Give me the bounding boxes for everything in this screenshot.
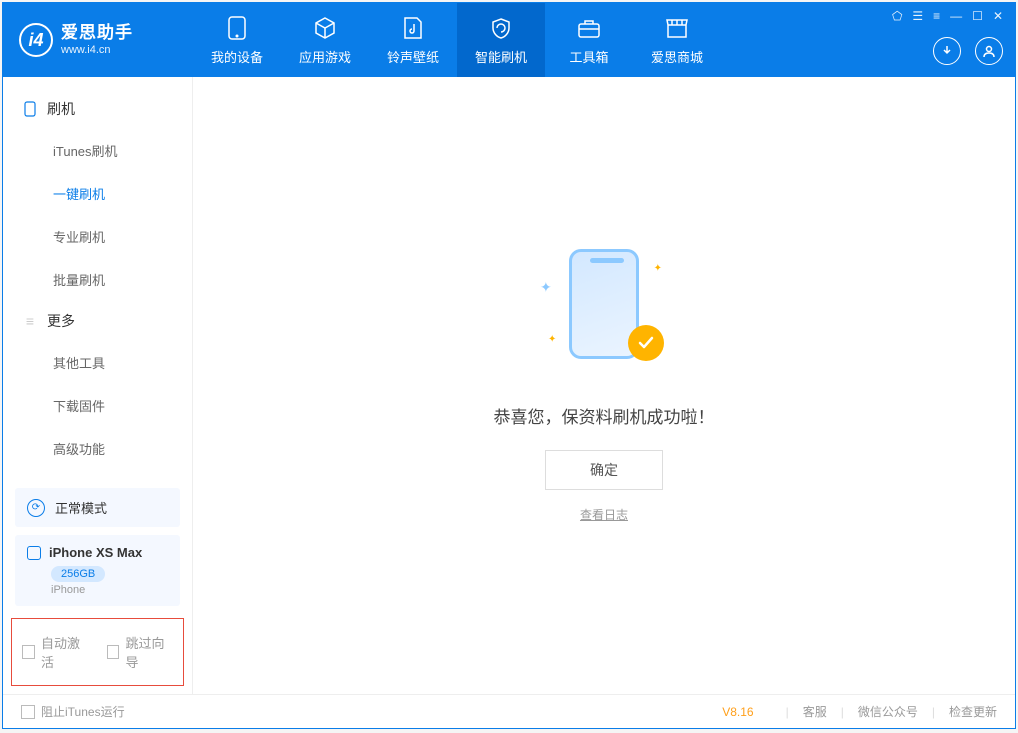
- user-button[interactable]: [975, 37, 1003, 65]
- nav-toolbox[interactable]: 工具箱: [545, 3, 633, 77]
- mode-box[interactable]: ⟳ 正常模式: [15, 488, 180, 527]
- shirt-icon[interactable]: ⬠: [892, 9, 902, 23]
- success-message: 恭喜您，保资料刷机成功啦！: [494, 403, 715, 428]
- footer-link-update[interactable]: 检查更新: [949, 703, 997, 720]
- sidebar-item-download-firmware[interactable]: 下载固件: [3, 384, 192, 427]
- sidebar-item-oneclick-flash[interactable]: 一键刷机: [3, 172, 192, 215]
- checkbox-auto-activate[interactable]: 自动激活: [22, 633, 89, 671]
- nav-apps-games[interactable]: 应用游戏: [281, 3, 369, 77]
- music-file-icon: [400, 15, 426, 41]
- nav-my-device[interactable]: 我的设备: [193, 3, 281, 77]
- refresh-shield-icon: [488, 15, 514, 41]
- checkmark-badge-icon: [628, 325, 664, 361]
- device-name: iPhone XS Max: [49, 545, 142, 560]
- app-title: 爱思助手: [61, 23, 133, 43]
- sparkle-icon: ✦: [548, 334, 556, 345]
- highlighted-options: 自动激活 跳过向导: [11, 618, 184, 686]
- view-log-link[interactable]: 查看日志: [580, 506, 628, 523]
- window-controls: ⬠ ☰ ≡ — ☐ ✕: [892, 9, 1003, 23]
- main-nav: 我的设备 应用游戏 铃声壁纸 智能刷机 工具箱 爱思商城: [193, 3, 721, 77]
- cube-icon: [312, 15, 338, 41]
- sparkle-icon: ✦: [654, 263, 662, 274]
- device-box[interactable]: iPhone XS Max 256GB iPhone: [15, 535, 180, 606]
- app-window: i4 爱思助手 www.i4.cn 我的设备 应用游戏 铃声壁纸 智能刷机: [2, 2, 1016, 729]
- list-icon[interactable]: ☰: [912, 9, 923, 23]
- footer-link-wechat[interactable]: 微信公众号: [858, 703, 918, 720]
- nav-store[interactable]: 爱思商城: [633, 3, 721, 77]
- sidebar-item-batch-flash[interactable]: 批量刷机: [3, 258, 192, 301]
- sidebar-item-other-tools[interactable]: 其他工具: [3, 341, 192, 384]
- sidebar-group-more: ≡ 更多: [3, 301, 192, 341]
- version-label: V8.16: [722, 705, 753, 719]
- checkbox-skip-guide[interactable]: 跳过向导: [107, 633, 174, 671]
- ok-button[interactable]: 确定: [545, 450, 663, 490]
- mode-label: 正常模式: [55, 498, 107, 517]
- list-lines-icon: ≡: [23, 314, 37, 328]
- main-content: ✦ ✦ ✦ 恭喜您，保资料刷机成功啦！ 确定 查看日志: [193, 77, 1015, 694]
- sidebar: 刷机 iTunes刷机 一键刷机 专业刷机 批量刷机 ≡ 更多 其他工具 下载固…: [3, 77, 193, 694]
- toolbox-icon: [576, 15, 602, 41]
- sidebar-item-pro-flash[interactable]: 专业刷机: [3, 215, 192, 258]
- footer: 阻止iTunes运行 V8.16 | 客服 | 微信公众号 | 检查更新: [3, 694, 1015, 728]
- sidebar-item-itunes-flash[interactable]: iTunes刷机: [3, 129, 192, 172]
- minimize-icon[interactable]: —: [950, 9, 962, 23]
- header: i4 爱思助手 www.i4.cn 我的设备 应用游戏 铃声壁纸 智能刷机: [3, 3, 1015, 77]
- store-icon: [664, 15, 690, 41]
- device-icon: [23, 102, 37, 116]
- logo-icon: i4: [19, 23, 53, 57]
- device-capacity: 256GB: [51, 566, 105, 582]
- download-button[interactable]: [933, 37, 961, 65]
- logo[interactable]: i4 爱思助手 www.i4.cn: [3, 3, 193, 77]
- sparkle-icon: ✦: [540, 279, 552, 296]
- success-illustration: ✦ ✦ ✦: [534, 249, 674, 369]
- phone-mini-icon: [27, 546, 41, 560]
- sidebar-item-advanced[interactable]: 高级功能: [3, 427, 192, 470]
- checkbox-block-itunes[interactable]: 阻止iTunes运行: [21, 703, 125, 720]
- rotate-icon: ⟳: [27, 499, 45, 517]
- app-url: www.i4.cn: [61, 44, 133, 57]
- nav-smart-flash[interactable]: 智能刷机: [457, 3, 545, 77]
- maximize-icon[interactable]: ☐: [972, 9, 983, 23]
- menu-icon[interactable]: ≡: [933, 9, 940, 23]
- device-type: iPhone: [51, 584, 168, 596]
- nav-ringtone-wallpaper[interactable]: 铃声壁纸: [369, 3, 457, 77]
- footer-link-support[interactable]: 客服: [803, 703, 827, 720]
- phone-icon: [224, 15, 250, 41]
- close-icon[interactable]: ✕: [993, 9, 1003, 23]
- sidebar-group-flash: 刷机: [3, 89, 192, 129]
